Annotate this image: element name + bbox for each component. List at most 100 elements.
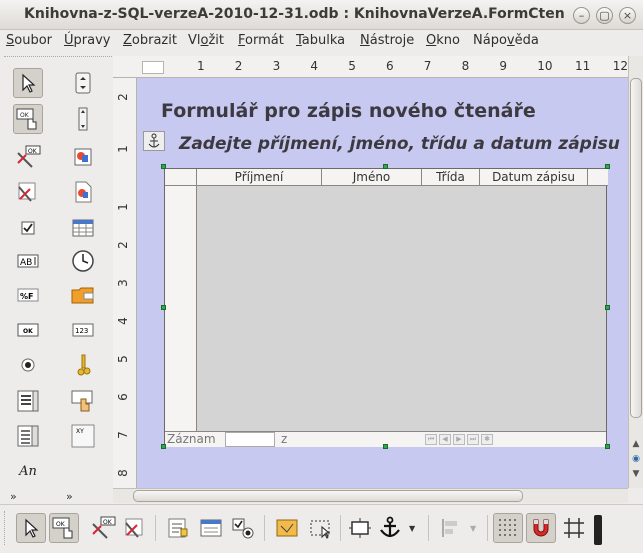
toolbar-overflow[interactable] (594, 515, 602, 545)
new-record-icon[interactable]: ✱ (481, 434, 493, 445)
form-navigator-button[interactable] (196, 513, 226, 543)
formatted-field-tool[interactable]: %F (13, 280, 43, 310)
selection-handle-tl[interactable] (161, 164, 166, 169)
add-field-button[interactable] (272, 513, 302, 543)
navigation-bar-tool[interactable]: XY (68, 421, 98, 451)
checkbox-tool[interactable] (13, 213, 43, 243)
column-header-datum-zapisu[interactable]: Datum zápisu (480, 169, 588, 186)
column-header-jmeno[interactable]: Jméno (322, 169, 422, 186)
selection-handle-bl[interactable] (161, 444, 166, 449)
page-up-icon[interactable]: ▲ (630, 439, 642, 451)
table-control[interactable]: Příjmení Jméno Třída Datum zápisu Záznam… (164, 168, 608, 447)
svg-text:OK: OK (28, 148, 38, 155)
tab-stop-selector[interactable] (142, 61, 164, 74)
form-heading: Formulář pro zápis nového čtenáře (161, 100, 536, 122)
group-controls-button[interactable] (305, 513, 335, 543)
more-controls-left[interactable]: » (10, 490, 17, 503)
snap-to-grid-button[interactable] (526, 513, 556, 543)
selection-handle-ml[interactable] (161, 305, 166, 310)
menu-format[interactable]: Formát (238, 33, 284, 48)
anchor-button[interactable] (375, 513, 405, 543)
toolbar-grip[interactable] (4, 511, 6, 545)
more-controls-right[interactable]: » (66, 490, 73, 503)
column-header-trida[interactable]: Třída (422, 169, 480, 186)
menu-vlozit[interactable]: Vložit (188, 33, 224, 48)
select-tool[interactable] (13, 68, 43, 98)
pattern-field-tool[interactable] (68, 386, 98, 416)
numeric-field-tool[interactable]: 123 (68, 315, 98, 345)
image-control-tool[interactable] (68, 142, 98, 172)
vertical-scrollbar[interactable]: ▲ ◉ ▼ (628, 56, 643, 488)
ruler-tick-label: 5 (115, 355, 130, 363)
menu-okno[interactable]: Okno (426, 33, 460, 48)
horizontal-ruler[interactable]: 1 2 3 4 5 6 7 8 9 10 11 12 (113, 56, 628, 78)
scrollbar-tool[interactable] (68, 104, 98, 134)
svg-text:OK: OK (56, 521, 66, 528)
vertical-ruler[interactable]: 2 1 1 2 3 4 5 6 7 8 (113, 78, 137, 488)
navigator-icon[interactable]: ◉ (630, 454, 642, 466)
currency-field-tool[interactable] (68, 350, 98, 380)
anchor-marker[interactable] (143, 131, 165, 151)
anchor-dropdown-icon[interactable]: ▼ (409, 524, 415, 533)
select-button[interactable] (16, 513, 46, 543)
record-number-field[interactable] (225, 432, 275, 447)
selection-handle-tc[interactable] (383, 164, 388, 169)
menu-tabulka[interactable]: Tabulka (296, 33, 345, 48)
option-button-tool[interactable] (13, 350, 43, 380)
next-record-icon[interactable]: ▶ (453, 434, 465, 445)
form-page[interactable]: Formulář pro zápis nového čtenáře Zadejt… (137, 78, 628, 488)
alignment-button[interactable] (436, 513, 466, 543)
file-selection-tool[interactable] (68, 280, 98, 310)
menu-napoveda[interactable]: Nápověda (473, 33, 539, 48)
form-design-tool[interactable] (13, 177, 43, 207)
combo-box-tool[interactable] (13, 421, 43, 451)
push-button-tool[interactable]: OK (13, 315, 43, 345)
position-size-button[interactable] (345, 513, 375, 543)
list-box-tool[interactable] (13, 386, 43, 416)
page-down-icon[interactable]: ▼ (630, 469, 642, 481)
form-properties-button[interactable] (163, 513, 193, 543)
ruler-tick-label: 5 (348, 59, 356, 73)
last-record-icon[interactable]: ⏭ (467, 434, 479, 445)
display-grid-button[interactable] (493, 513, 523, 543)
maximize-button[interactable]: ▢ (596, 7, 613, 24)
control-wizards-tool[interactable]: OK (13, 142, 43, 172)
label-field-tool[interactable]: An (13, 456, 43, 486)
horizontal-scrollbar[interactable] (113, 488, 628, 503)
column-header-prijmeni[interactable]: Příjmení (197, 169, 322, 186)
menu-upravy[interactable]: Úpravy (64, 33, 110, 48)
selection-handle-bc[interactable] (383, 444, 388, 449)
spin-button-tool[interactable] (68, 68, 98, 98)
image-button-tool[interactable] (68, 177, 98, 207)
table-control-tool[interactable] (68, 213, 98, 243)
tab-order-button[interactable] (228, 513, 258, 543)
helplines-button[interactable] (559, 513, 589, 543)
menu-bar: Soubor Úpravy Zobrazit Vložit Formát Tab… (0, 30, 643, 52)
table-body[interactable] (197, 186, 606, 431)
selection-handle-br[interactable] (605, 444, 610, 449)
toolbar-separator (487, 515, 488, 541)
menu-zobrazit[interactable]: Zobrazit (123, 33, 177, 48)
control-wizards-button[interactable]: OK (88, 513, 118, 543)
text-box-tool[interactable]: AB (13, 246, 43, 276)
first-record-icon[interactable]: ⏮ (425, 434, 437, 445)
svg-text:OK: OK (103, 519, 113, 526)
list-box-icon (17, 390, 39, 412)
form-design-button[interactable] (120, 513, 150, 543)
menu-soubor[interactable]: Soubor (6, 33, 52, 48)
time-field-tool[interactable] (68, 246, 98, 276)
alignment-dropdown-icon[interactable]: ▼ (470, 524, 476, 533)
selection-handle-tr[interactable] (605, 164, 610, 169)
spin-button-icon (75, 72, 91, 94)
record-of-label: z (281, 432, 288, 446)
selection-handle-mr[interactable] (605, 305, 610, 310)
prev-record-icon[interactable]: ◀ (439, 434, 451, 445)
close-button[interactable]: × (619, 7, 636, 24)
menu-nastroje[interactable]: Nástroje (360, 33, 414, 48)
design-mode-tool[interactable]: OK (13, 104, 43, 134)
horizontal-scroll-thumb[interactable] (133, 490, 523, 502)
vertical-scroll-thumb[interactable] (630, 78, 642, 418)
toolbox-grip[interactable] (4, 56, 112, 58)
minimize-button[interactable]: – (573, 7, 590, 24)
design-mode-button[interactable]: OK (49, 513, 79, 543)
